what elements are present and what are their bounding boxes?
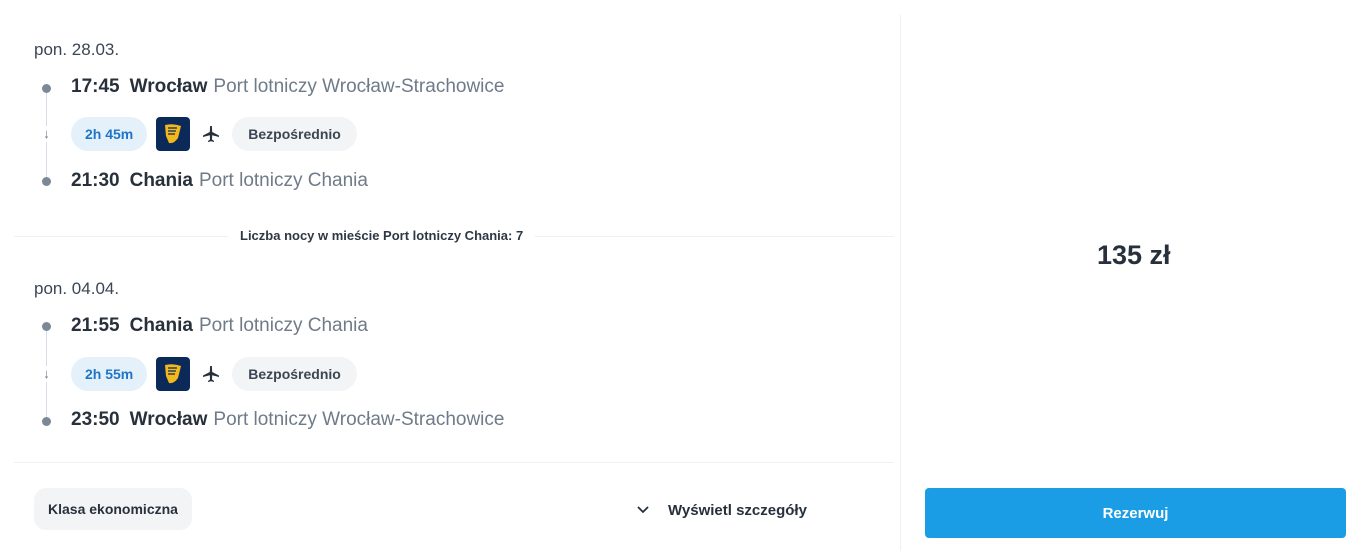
outbound-date: pon. 28.03. [34, 40, 120, 59]
arrival-time: 23:50 [71, 409, 120, 430]
outbound-segment-info: 2h 45m Bezpośrednio [71, 116, 357, 152]
duration-badge: 2h 55m [71, 357, 148, 391]
departure-time: 21:55 [71, 315, 120, 336]
arrival-city: Wrocław [129, 409, 208, 430]
outbound-departure-dot [42, 84, 51, 93]
show-details-label: Wyświetl szczegóły [668, 501, 807, 519]
outbound-arrival: 21:30 Chania Port lotniczy Chania [71, 170, 368, 192]
plane-icon [198, 121, 224, 147]
departure-airport: Port lotniczy Wrocław-Strachowice [213, 76, 505, 97]
chevron-down-icon [636, 503, 650, 517]
inbound-segment-info: 2h 55m Bezpośrednio [71, 356, 357, 392]
price-total: 135 zł [1097, 240, 1171, 270]
ryanair-harp-logo [156, 357, 191, 391]
departure-airport: Port lotniczy Chania [198, 315, 368, 336]
plane-icon [198, 361, 224, 387]
itinerary-panel: pon. 28.03. ↓ 17:45 Wrocław Port lotniczy … [0, 0, 900, 551]
inbound-departure-dot [42, 322, 51, 331]
arrow-down-icon: ↓ [38, 366, 55, 382]
direct-flight-badge: Bezpośrednio [232, 357, 357, 391]
arrival-time: 21:30 [71, 170, 120, 191]
price-panel [900, 15, 1346, 551]
ryanair-harp-logo [156, 117, 191, 151]
departure-time: 17:45 [71, 76, 120, 97]
inbound-arrival: 23:50 Wrocław Port lotniczy Wrocław-Strach… [71, 409, 504, 431]
arrival-airport: Port lotniczy Chania [198, 170, 368, 191]
direct-flight-badge: Bezpośrednio [232, 117, 357, 151]
arrival-city: Chania [129, 170, 193, 191]
show-details-button[interactable]: Wyświetl szczegóły [636, 497, 807, 523]
footer-divider [14, 462, 894, 463]
outbound-arrival-dot [42, 177, 51, 186]
outbound-departure: 17:45 Wrocław Port lotniczy Wrocław-Strach… [71, 76, 504, 98]
book-button[interactable]: Rezerwuj [925, 488, 1346, 538]
departure-city: Wrocław [129, 76, 208, 97]
inbound-arrival-dot [42, 417, 51, 426]
arrival-airport: Port lotniczy Wrocław-Strachowice [213, 409, 505, 430]
inbound-date: pon. 04.04. [34, 279, 120, 298]
nights-label: Liczba nocy w mieście Port lotniczy Chan… [228, 226, 536, 246]
departure-city: Chania [129, 315, 193, 336]
inbound-departure: 21:55 Chania Port lotniczy Chania [71, 315, 368, 337]
duration-badge: 2h 45m [71, 117, 148, 151]
arrow-down-icon: ↓ [38, 126, 55, 142]
fare-class-badge: Klasa ekonomiczna [34, 488, 192, 530]
